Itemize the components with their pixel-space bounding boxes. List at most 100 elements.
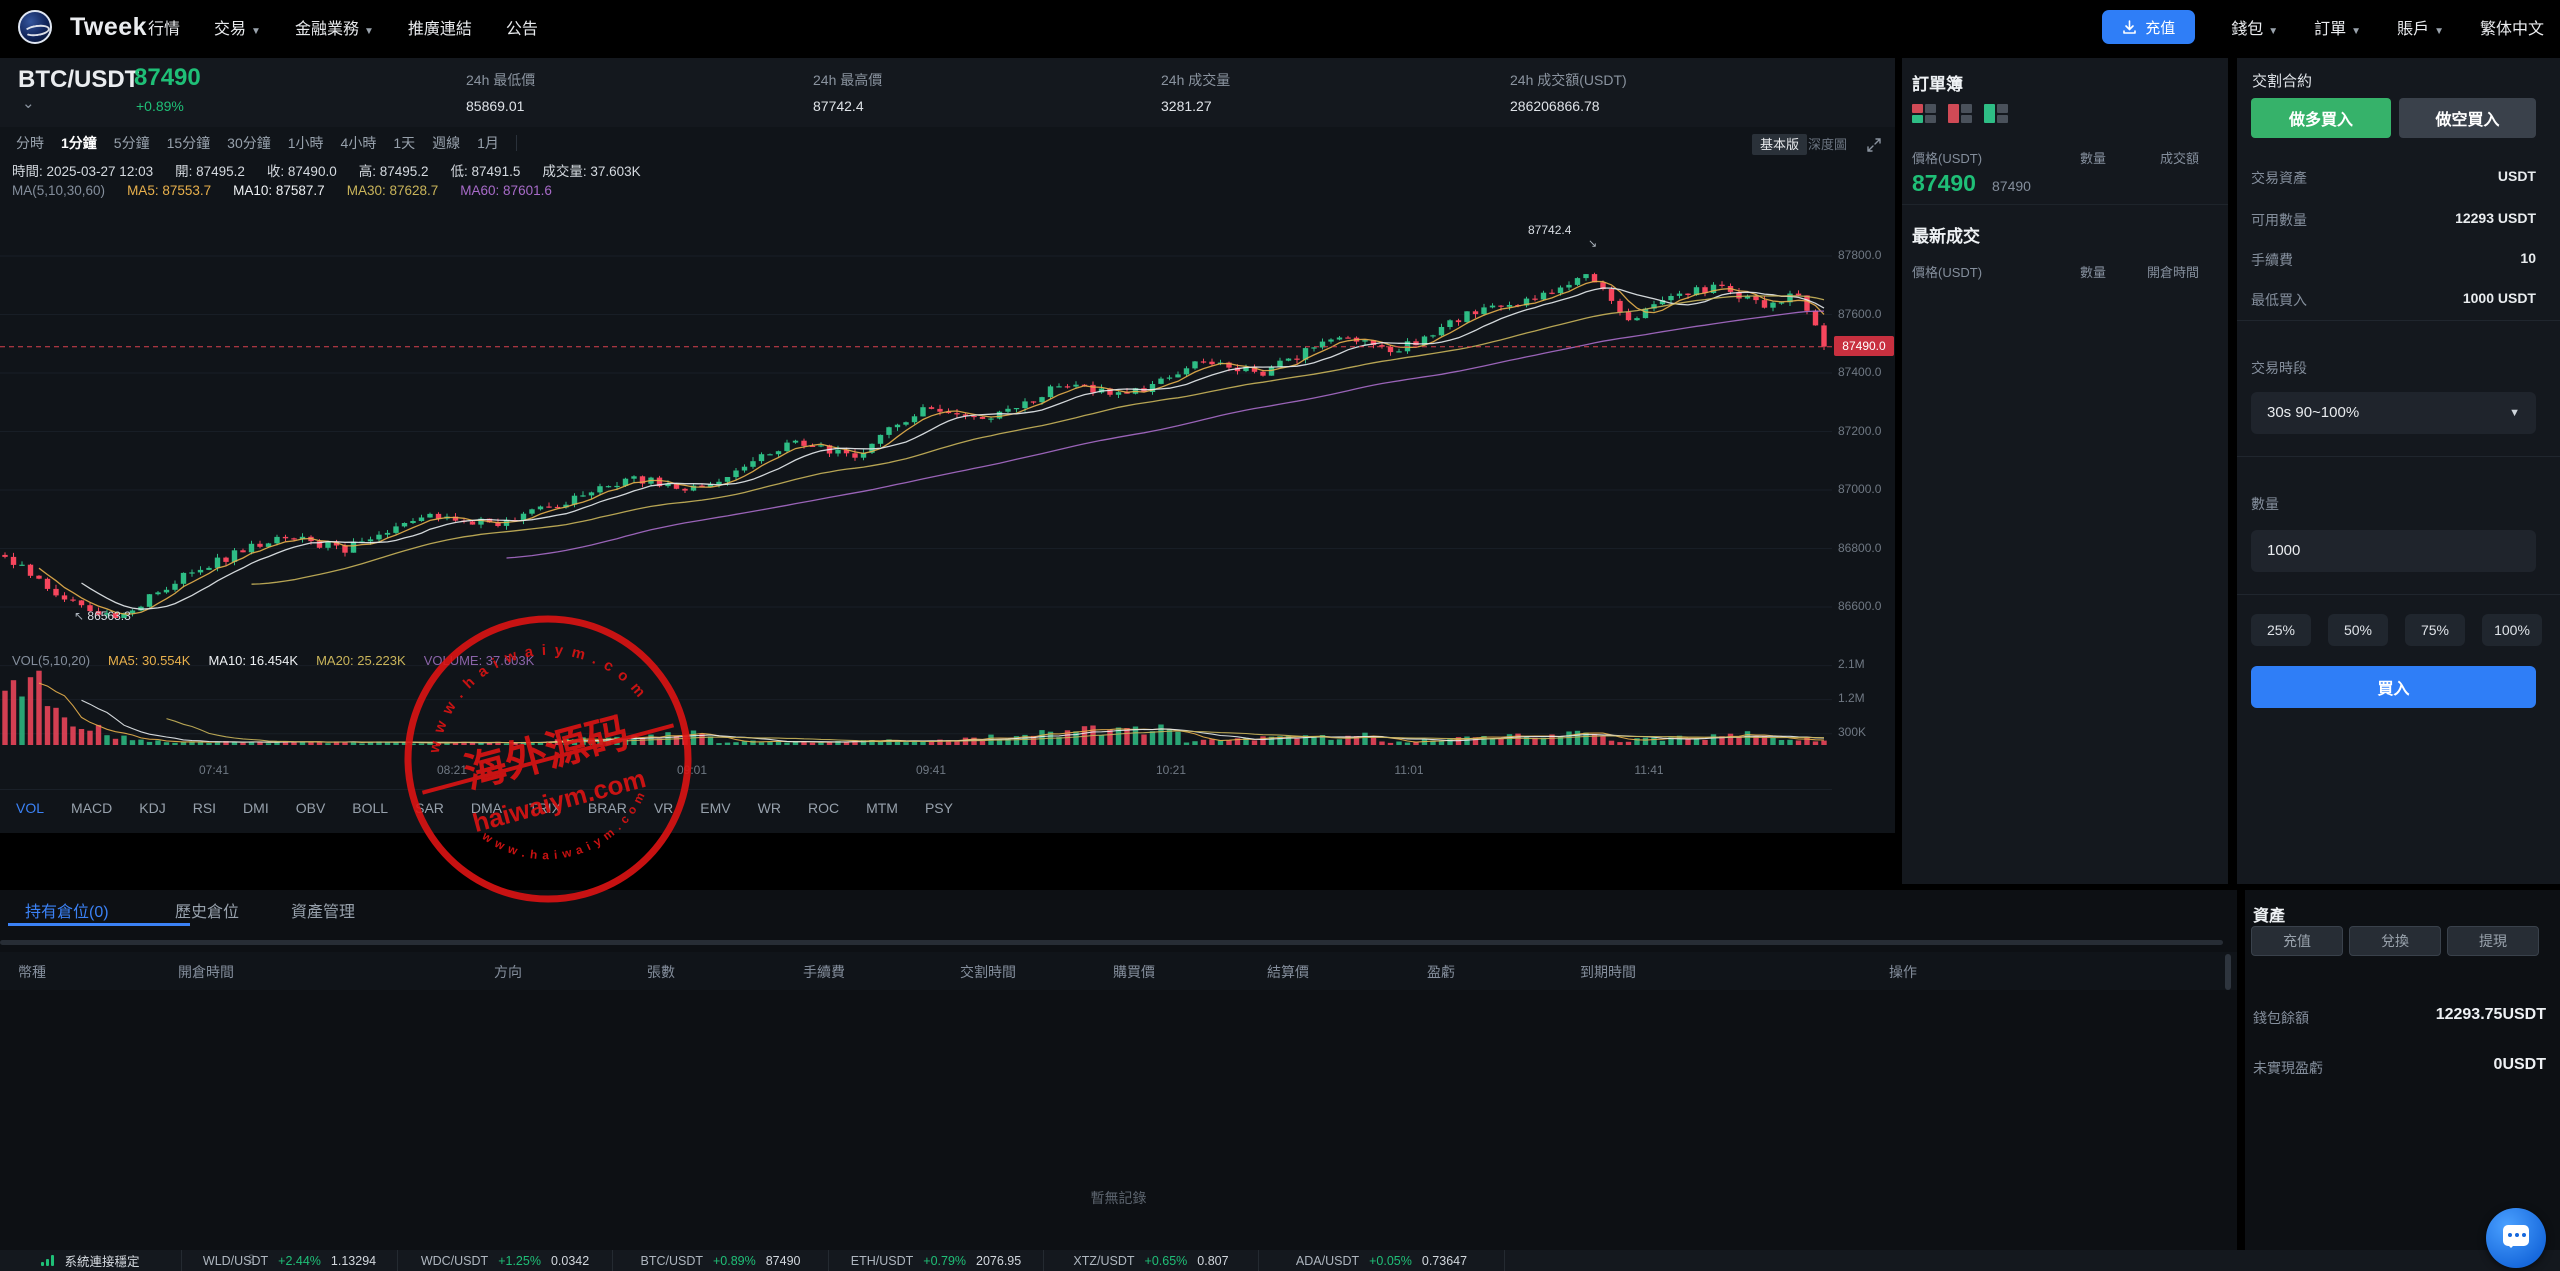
stat-value: 286206866.78 (1510, 98, 1600, 114)
timeframe-tab[interactable]: 1天 (393, 133, 415, 153)
ticker-cell[interactable]: ETH/USDT+0.79%2076.95 (829, 1250, 1044, 1271)
price-axis-tick: 87400.0 (1838, 365, 1881, 379)
ohlc-low: 低: 87491.5 (451, 160, 521, 180)
amount-input[interactable] (2251, 530, 2536, 572)
indicator-tab[interactable]: KDJ (139, 800, 165, 816)
deposit-button[interactable]: 充值 (2251, 926, 2343, 956)
session-select[interactable]: 30s 90~100% ▼ (2251, 392, 2536, 434)
session-label: 交易時段 (2251, 358, 2307, 378)
divider (516, 135, 517, 151)
horizontal-scrollbar[interactable] (0, 940, 2223, 945)
timeframe-tab[interactable]: 30分鐘 (227, 133, 271, 153)
short-buy-button[interactable]: 做空買入 (2399, 98, 2536, 138)
indicator-tab[interactable]: WR (758, 800, 781, 816)
recent-trades-title: 最新成交 (1912, 222, 1980, 247)
long-buy-button[interactable]: 做多買入 (2251, 98, 2391, 138)
depth-view-asks-icon[interactable] (1948, 104, 1972, 123)
ohlc-open: 開: 87495.2 (175, 160, 245, 180)
indicator-tab[interactable]: OBV (296, 800, 326, 816)
ma10-value: MA10: 87587.7 (233, 183, 325, 198)
tab-open-positions[interactable]: 持有倉位(0) (25, 898, 109, 922)
amount-label: 數量 (2251, 494, 2279, 514)
chevron-down-icon: ▼ (251, 26, 261, 37)
nav-item-wallet[interactable]: 錢包▼ (2231, 15, 2278, 39)
timeframe-tab[interactable]: 5分鐘 (114, 133, 150, 153)
brand-logo[interactable] (18, 10, 52, 44)
indicator-tab[interactable]: MTM (866, 800, 898, 816)
ticker-bar: BTC/USDT ⌄ 87490 +0.89% 24h 最低價 85869.01… (0, 58, 1895, 127)
exchange-button[interactable]: 兌換 (2349, 926, 2441, 956)
stat-label: 24h 成交量 (1161, 70, 1230, 90)
price-axis-tick: 87200.0 (1838, 424, 1881, 438)
chevron-down-icon[interactable]: ⌄ (22, 94, 35, 112)
indicator-tab[interactable]: DMI (243, 800, 269, 816)
indicator-tab[interactable]: EMV (700, 800, 730, 816)
view-basic-tab[interactable]: 基本版 (1752, 134, 1807, 155)
brand-name[interactable]: Tweek (70, 13, 147, 42)
price-axis-tick: 87600.0 (1838, 307, 1881, 321)
wallet-balance-value: 12293.75USDT (2436, 1006, 2546, 1024)
language-selector[interactable]: 繁体中文 (2480, 15, 2544, 39)
vol-ma5-value: MA5: 30.554K (108, 653, 190, 668)
timeframe-tab[interactable]: 1月 (477, 133, 499, 153)
timeframe-tab[interactable]: 15分鐘 (167, 133, 211, 153)
orderbook-mark-price: 87490 (1992, 178, 2031, 194)
nav-item-markets[interactable]: 行情 (148, 15, 180, 39)
stat-label: 24h 最高價 (813, 70, 882, 90)
withdraw-button[interactable]: 提現 (2447, 926, 2539, 956)
vol-axis-tick: 1.2M (1838, 691, 1865, 705)
timeframe-tab-active[interactable]: 1分鐘 (61, 133, 97, 153)
view-depth-tab[interactable]: 深度圖 (1800, 134, 1855, 155)
nav-item-trade[interactable]: 交易▼ (214, 15, 261, 39)
ticker-cell[interactable]: BTC/USDT+0.89%87490 (613, 1250, 829, 1271)
indicator-tab[interactable]: MACD (71, 800, 112, 816)
assets-panel: 資產 充值 兌換 提現 錢包餘額 12293.75USDT 未實現盈虧 0USD… (2245, 890, 2560, 1250)
chat-widget-button[interactable] (2486, 1208, 2546, 1268)
buy-button[interactable]: 買入 (2251, 666, 2536, 708)
nav-item-orders[interactable]: 訂單▼ (2314, 15, 2361, 39)
timeframe-tab[interactable]: 1小時 (288, 133, 324, 153)
wallet-balance-label: 錢包餘額 (2253, 1008, 2309, 1028)
indicator-tab[interactable]: RSI (193, 800, 216, 816)
ticker-cell[interactable]: WDC/USDT+1.25%0.0342 (398, 1250, 613, 1271)
row-label: 手續費 (2251, 250, 2293, 270)
ticker-cell[interactable]: WLD/USDT+2.44%1.13294 (182, 1250, 398, 1271)
recharge-button[interactable]: 充值 (2102, 10, 2195, 44)
nav-item-announcements[interactable]: 公告 (506, 15, 538, 39)
percent-25-button[interactable]: 25% (2251, 614, 2311, 646)
percent-75-button[interactable]: 75% (2405, 614, 2465, 646)
indicator-tab[interactable]: ROC (808, 800, 839, 816)
fullscreen-icon[interactable] (1866, 137, 1882, 153)
tab-asset-management[interactable]: 資產管理 (291, 898, 355, 922)
depth-view-bids-icon[interactable] (1984, 104, 2008, 123)
indicator-tab[interactable]: PSY (925, 800, 953, 816)
row-label: 交易資產 (2251, 168, 2307, 188)
row-value: 10 (2520, 250, 2536, 266)
tab-history-positions[interactable]: 歷史倉位 (175, 898, 239, 922)
timeframe-tab[interactable]: 週線 (432, 133, 460, 153)
nav-item-account[interactable]: 賬戶▼ (2397, 15, 2444, 39)
depth-view-both-icon[interactable] (1912, 104, 1936, 123)
ticker-cell[interactable]: ADA/USDT+0.05%0.73647 (1259, 1250, 1505, 1271)
assets-title: 資產 (2253, 902, 2285, 926)
row-label: 最低買入 (2251, 290, 2307, 310)
chevron-down-icon: ▼ (2351, 26, 2361, 37)
nav-item-finance[interactable]: 金融業務▼ (295, 15, 374, 39)
vertical-scrollbar[interactable] (2225, 954, 2231, 990)
timeframe-tab[interactable]: 4小時 (341, 133, 377, 153)
empty-records-text: 暫無記錄 (0, 1188, 2237, 1208)
indicator-tab[interactable]: BOLL (352, 800, 388, 816)
percent-50-button[interactable]: 50% (2328, 614, 2388, 646)
pair-name[interactable]: BTC/USDT (18, 66, 139, 94)
timeframe-tab[interactable]: 分時 (16, 133, 44, 153)
candlestick-chart[interactable] (0, 205, 1832, 650)
vol-ma20-value: MA20: 25.223K (316, 653, 406, 668)
percent-100-button[interactable]: 100% (2482, 614, 2542, 646)
trade-panel-title: 交割合約 (2252, 70, 2312, 91)
chat-bubble-icon (2503, 1225, 2529, 1246)
trade-panel: 交割合約 做多買入 做空買入 交易資產 USDT 可用數量 12293 USDT… (2237, 58, 2560, 884)
indicator-tab-vol[interactable]: VOL (16, 800, 44, 816)
chevron-down-icon: ▼ (2268, 26, 2278, 37)
ticker-cell[interactable]: XTZ/USDT+0.65%0.807 (1044, 1250, 1259, 1271)
nav-item-referral[interactable]: 推廣連結 (408, 15, 472, 39)
